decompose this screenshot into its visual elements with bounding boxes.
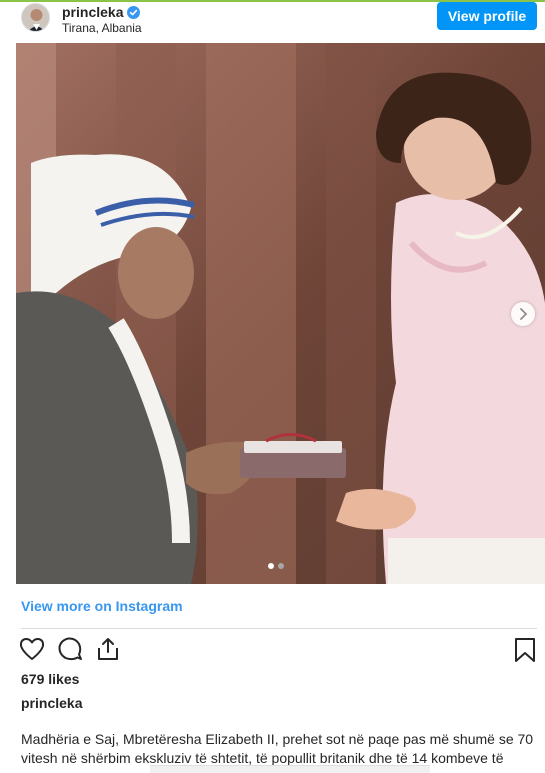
- share-icon[interactable]: [95, 636, 121, 662]
- username-link[interactable]: princleka: [62, 4, 123, 20]
- location-link[interactable]: Tirana, Albania: [62, 21, 142, 35]
- heart-icon[interactable]: [19, 636, 45, 662]
- post-header: princleka Tirana, Albania View profile: [0, 2, 545, 42]
- post-image[interactable]: [16, 43, 545, 584]
- carousel-indicator: [268, 563, 284, 569]
- verified-badge-icon: [127, 5, 141, 19]
- carousel-dot-2: [278, 563, 284, 569]
- caption-text: Madhëria e Saj, Mbretëresha Elizabeth II…: [21, 731, 534, 766]
- caption-username[interactable]: princleka: [21, 695, 82, 711]
- comment-icon[interactable]: [57, 636, 83, 662]
- chevron-right-icon: [520, 308, 528, 320]
- likes-count[interactable]: 679 likes: [21, 671, 79, 687]
- divider: [21, 628, 537, 629]
- action-bar: [19, 636, 121, 662]
- carousel-next-button[interactable]: [511, 302, 535, 326]
- view-profile-button[interactable]: View profile: [437, 2, 537, 30]
- bottom-fade-bar: [150, 765, 430, 773]
- bookmark-icon[interactable]: [514, 637, 538, 663]
- username-row: princleka: [62, 4, 141, 20]
- carousel-dot-1: [268, 563, 274, 569]
- avatar[interactable]: [21, 3, 50, 32]
- view-more-link[interactable]: View more on Instagram: [21, 598, 183, 614]
